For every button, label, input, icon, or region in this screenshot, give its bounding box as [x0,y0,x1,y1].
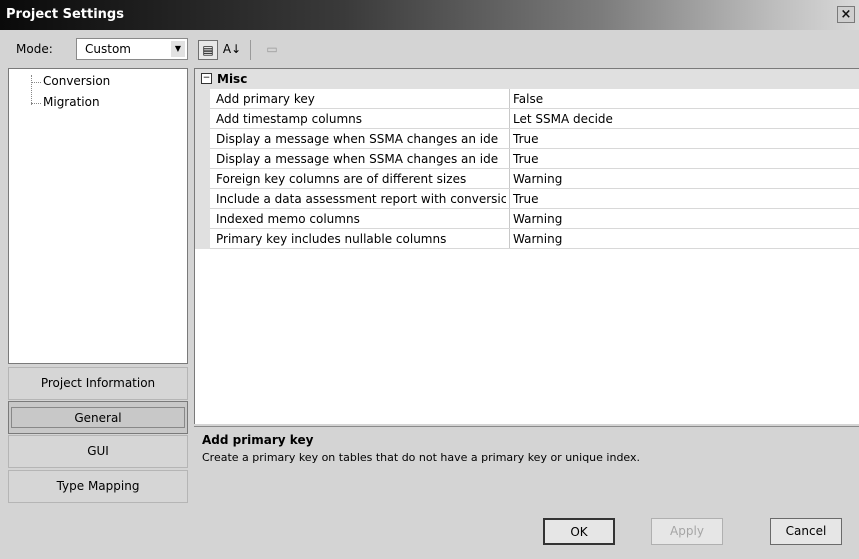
property-name: Indexed memo columns [216,212,360,226]
column-divider [509,209,510,229]
column-divider [509,89,510,109]
row-margin [195,129,210,149]
property-value[interactable]: True [513,152,539,166]
window-title: Project Settings [6,7,124,22]
column-divider [509,109,510,129]
tree-connector [31,103,41,104]
property-name: Display a message when SSMA changes an i… [216,132,499,146]
property-name: Include a data assessment report with co… [216,192,506,206]
column-divider [509,149,510,169]
row-divider [210,248,859,249]
property-value[interactable]: Warning [513,172,562,186]
mode-label: Mode: [16,42,53,56]
row-margin [195,229,210,249]
title-bar: Project Settings × [0,0,859,30]
property-value[interactable]: True [513,192,539,206]
tree-connector [31,82,41,83]
nav-general[interactable]: General [8,401,188,434]
property-pages-icon[interactable]: ▭ [262,40,282,60]
tree-connector [31,75,32,105]
mode-bar: Mode: Custom ▼ ▤ A↓ ▭ [0,30,859,66]
row-margin [195,89,210,109]
nav-general-label: General [11,407,185,428]
property-value[interactable]: Let SSMA decide [513,112,613,126]
settings-tree: Conversion Migration [8,68,188,364]
column-divider [509,229,510,249]
row-margin [195,149,210,169]
ok-button[interactable]: OK [543,518,615,545]
description-text: Create a primary key on tables that do n… [202,451,641,464]
property-grid: − Misc Add primary key False Add timesta… [194,68,859,424]
description-title: Add primary key [202,433,314,447]
categorized-icon[interactable]: ▤ [198,40,218,60]
property-row[interactable]: Display a message when SSMA changes an i… [195,129,859,149]
property-value[interactable]: Warning [513,212,562,226]
sort-alphabetical-icon[interactable]: A↓ [222,40,242,60]
property-name: Add timestamp columns [216,112,363,126]
row-margin [195,209,210,229]
column-divider [509,169,510,189]
property-name: Display a message when SSMA changes an i… [216,152,499,166]
row-margin [195,169,210,189]
property-row[interactable]: Add timestamp columns Let SSMA decide [195,109,859,129]
mode-value: Custom [85,42,131,56]
property-value[interactable]: False [513,92,543,106]
property-name: Foreign key columns are of different siz… [216,172,467,186]
description-panel: Add primary key Create a primary key on … [194,426,859,498]
row-margin [195,109,210,129]
nav-project-information[interactable]: Project Information [8,367,188,400]
chevron-down-icon[interactable]: ▼ [171,41,185,57]
column-divider [509,129,510,149]
property-name: Add primary key [216,92,315,106]
toolbar-separator [250,40,251,60]
nav-gui[interactable]: GUI [8,435,188,468]
property-row[interactable]: Indexed memo columns Warning [195,209,859,229]
row-margin [195,189,210,209]
tree-item-conversion[interactable]: Conversion [43,74,110,88]
nav-type-mapping[interactable]: Type Mapping [8,470,188,503]
column-divider [509,189,510,209]
cancel-button[interactable]: Cancel [770,518,842,545]
apply-button[interactable]: Apply [651,518,723,545]
property-value[interactable]: True [513,132,539,146]
property-name: Primary key includes nullable columns [216,232,447,246]
property-row[interactable]: Primary key includes nullable columns Wa… [195,229,859,249]
category-row-misc[interactable]: − Misc [195,69,859,89]
mode-select[interactable]: Custom ▼ [76,38,188,60]
collapse-icon[interactable]: − [201,73,212,84]
tree-item-migration[interactable]: Migration [43,95,100,109]
property-row[interactable]: Include a data assessment report with co… [195,189,859,209]
close-icon[interactable]: × [837,6,855,23]
property-value[interactable]: Warning [513,232,562,246]
property-row[interactable]: Display a message when SSMA changes an i… [195,149,859,169]
property-row[interactable]: Add primary key False [195,89,859,109]
property-row[interactable]: Foreign key columns are of different siz… [195,169,859,189]
category-label: Misc [217,72,248,86]
